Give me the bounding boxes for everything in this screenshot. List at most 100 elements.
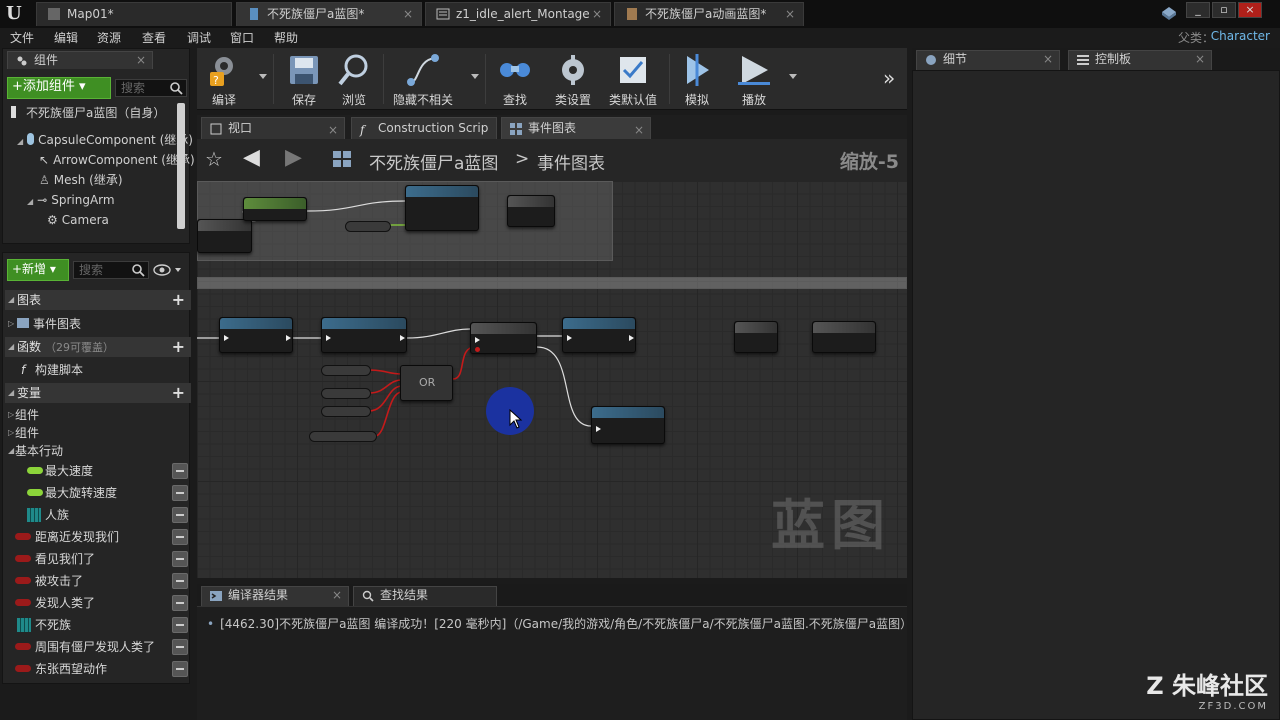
doc-tab-montage[interactable]: z1_idle_alert_Montage × — [425, 2, 611, 26]
component-springarm[interactable]: ◢ ⊸ SpringArm — [27, 190, 115, 210]
find-button[interactable]: 查找 — [493, 48, 537, 110]
tab-viewport[interactable]: 视口 × — [201, 117, 345, 139]
minimize-button[interactable]: _ — [1186, 2, 1210, 18]
components-scrollbar[interactable] — [177, 103, 185, 229]
breadcrumb-graph[interactable]: 事件图表 — [537, 149, 605, 174]
tab-details[interactable]: 细节 × — [916, 50, 1060, 70]
tab-components[interactable]: 组件 × — [7, 51, 153, 69]
variable-get-node[interactable] — [321, 406, 371, 417]
back-arrow-icon[interactable]: ◀ — [243, 145, 260, 170]
doc-tab-blueprint[interactable]: 不死族僵尸a蓝图* × — [236, 2, 422, 26]
blueprint-node[interactable] — [734, 321, 778, 353]
close-icon[interactable]: × — [592, 3, 602, 25]
play-options-arrow[interactable] — [789, 74, 797, 79]
breadcrumb-blueprint[interactable]: 不死族僵尸a蓝图 — [369, 149, 498, 174]
add-graph-button[interactable]: + — [172, 290, 185, 310]
hide-unrelated-options-arrow[interactable] — [471, 74, 479, 79]
variable-get-node[interactable] — [345, 221, 391, 232]
menu-assets[interactable]: 资源 — [97, 29, 121, 46]
close-icon[interactable]: × — [328, 120, 338, 141]
maximize-button[interactable]: ▫ — [1212, 2, 1236, 18]
new-button[interactable]: +新增 ▾ — [7, 259, 69, 281]
browse-button[interactable]: 浏览 — [331, 48, 377, 110]
variable-item[interactable]: 人族 — [5, 504, 191, 526]
tab-construction-script[interactable]: f Construction Scrip — [351, 117, 497, 139]
menu-view[interactable]: 查看 — [142, 29, 166, 46]
blueprint-node[interactable] — [812, 321, 876, 353]
compile-button[interactable]: ? 编译 — [201, 48, 247, 110]
blueprint-node[interactable] — [219, 317, 293, 353]
save-button[interactable]: 保存 — [281, 48, 327, 110]
or-node[interactable]: OR — [400, 365, 453, 401]
components-search-input[interactable]: 搜索 — [115, 79, 187, 97]
blueprint-search-input[interactable]: 搜索 — [73, 261, 149, 279]
menu-file[interactable]: 文件 — [10, 29, 34, 46]
visibility-toggle-icon[interactable] — [172, 617, 188, 633]
visibility-toggle-icon[interactable] — [172, 485, 188, 501]
compile-options-arrow[interactable] — [259, 74, 267, 79]
variable-get-node[interactable] — [309, 431, 377, 442]
variable-item[interactable]: 不死族 — [5, 614, 191, 636]
doc-tab-map[interactable]: Map01* — [36, 2, 232, 26]
visibility-toggle-icon[interactable] — [172, 529, 188, 545]
menu-debug[interactable]: 调试 — [187, 29, 211, 46]
close-icon[interactable]: × — [403, 3, 413, 25]
close-icon[interactable]: × — [332, 587, 342, 604]
close-icon[interactable]: × — [1195, 51, 1205, 68]
close-icon[interactable]: × — [634, 120, 644, 141]
variable-item[interactable]: 发现人类了 — [5, 592, 191, 614]
variable-item[interactable]: 周围有僵尸发现人类了 — [5, 636, 191, 658]
view-options-icon[interactable] — [153, 263, 183, 277]
blueprint-node[interactable] — [405, 185, 479, 231]
favorite-star-icon[interactable]: ☆ — [205, 147, 223, 171]
blueprint-node[interactable] — [243, 197, 307, 221]
component-mesh[interactable]: ♙ Mesh (继承) — [39, 170, 123, 190]
visibility-toggle-icon[interactable] — [172, 551, 188, 567]
variables-category[interactable]: ◢ 变量 + — [5, 383, 191, 403]
class-settings-button[interactable]: 类设置 — [549, 48, 597, 110]
menu-window[interactable]: 窗口 — [230, 29, 254, 46]
source-control-icon[interactable] — [1160, 5, 1178, 23]
add-function-button[interactable]: + — [172, 337, 185, 357]
variable-item[interactable]: 最大速度 — [5, 460, 191, 482]
variable-item[interactable]: 东张西望动作 — [5, 658, 191, 680]
variable-item[interactable]: 被攻击了 — [5, 570, 191, 592]
visibility-toggle-icon[interactable] — [172, 507, 188, 523]
tab-compiler-results[interactable]: 编译器结果 × — [201, 586, 349, 606]
component-capsule[interactable]: ◢ CapsuleComponent (继承) — [17, 130, 193, 150]
variable-get-node[interactable] — [321, 388, 371, 399]
visibility-toggle-icon[interactable] — [172, 573, 188, 589]
blueprint-node[interactable] — [197, 219, 252, 253]
functions-category[interactable]: ◢ 函数 （29可覆盖） + — [5, 337, 191, 357]
add-component-button[interactable]: +添加组件 ▾ — [7, 77, 111, 99]
hide-unrelated-button[interactable]: 隐藏不相关 — [387, 48, 459, 110]
add-variable-button[interactable]: + — [172, 383, 185, 403]
tab-event-graph[interactable]: 事件图表 × — [501, 117, 651, 139]
blueprint-node[interactable] — [507, 195, 555, 227]
component-arrow[interactable]: ↖ ArrowComponent (继承) — [39, 150, 195, 170]
component-root[interactable]: 不死族僵尸a蓝图（自身） — [11, 103, 165, 123]
variable-get-node[interactable] — [321, 365, 371, 376]
event-graph-item[interactable]: ▷ 事件图表 — [5, 313, 191, 335]
component-camera[interactable]: ⚙ Camera — [47, 210, 109, 230]
toolbar-overflow-icon[interactable]: » — [883, 66, 895, 90]
close-window-button[interactable]: × — [1238, 2, 1262, 18]
close-icon[interactable]: × — [1043, 51, 1053, 68]
tab-palette[interactable]: 控制板 × — [1068, 50, 1212, 70]
variable-item[interactable]: 看见我们了 — [5, 548, 191, 570]
play-button[interactable]: 播放 — [731, 48, 777, 110]
construction-script-item[interactable]: f 构建脚本 — [5, 359, 191, 381]
variable-item[interactable]: 最大旋转速度 — [5, 482, 191, 504]
blueprint-node[interactable] — [562, 317, 636, 353]
variable-item[interactable]: 距离近发现我们 — [5, 526, 191, 548]
tab-find-results[interactable]: 查找结果 — [353, 586, 497, 606]
group-basic-actions[interactable]: ◢ 基本行动 — [5, 440, 191, 462]
simulate-button[interactable]: 模拟 — [675, 48, 719, 110]
menu-help[interactable]: 帮助 — [274, 29, 298, 46]
forward-arrow-icon[interactable]: ▶ — [285, 145, 302, 170]
visibility-toggle-icon[interactable] — [172, 595, 188, 611]
log-entry[interactable]: • [4462.30]不死族僵尸a蓝图 编译成功！[220 毫秒内]（/Game/… — [207, 615, 912, 632]
menu-edit[interactable]: 编辑 — [54, 29, 78, 46]
blueprint-node[interactable] — [591, 406, 665, 444]
class-defaults-button[interactable]: 类默认值 — [605, 48, 661, 110]
